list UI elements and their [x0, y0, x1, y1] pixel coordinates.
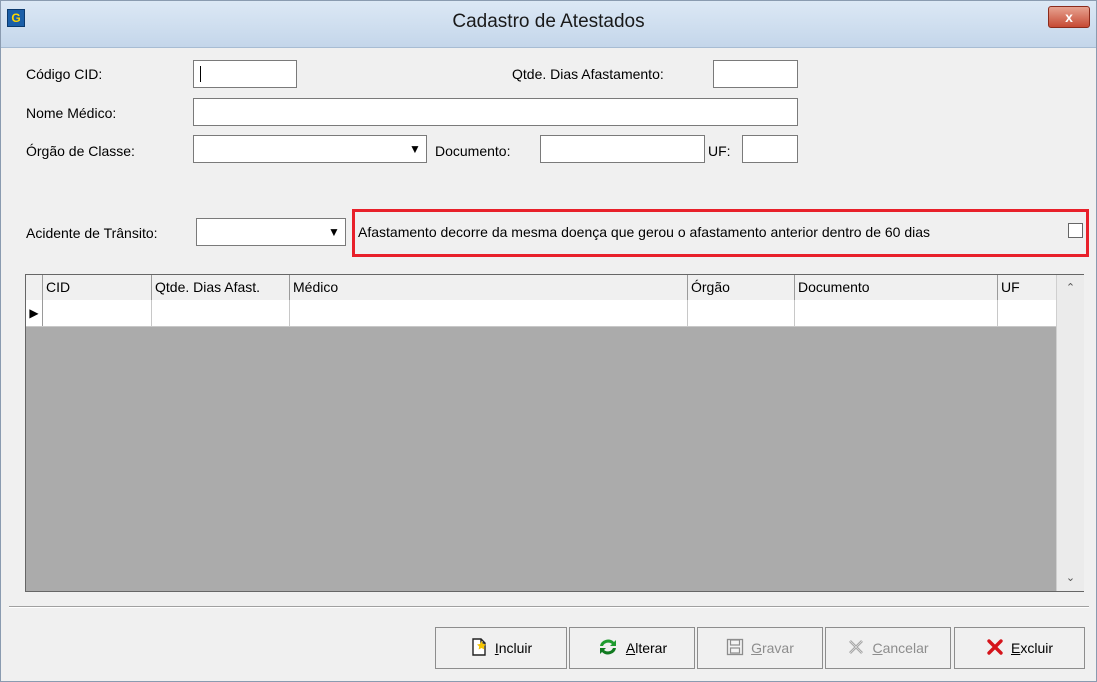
- cancelar-label: ancelar: [882, 640, 929, 656]
- close-button[interactable]: x: [1048, 6, 1090, 28]
- acidente-transito-label: Acidente de Trânsito:: [26, 225, 158, 241]
- nome-medico-label: Nome Médico:: [26, 105, 117, 121]
- table-row[interactable]: ▶: [26, 300, 1056, 327]
- refresh-icon: [597, 637, 619, 660]
- excluir-button[interactable]: Excluir: [954, 627, 1085, 669]
- excluir-mnemonic: E: [1010, 640, 1021, 656]
- text-cursor: [200, 66, 201, 82]
- scroll-down-icon[interactable]: ⌄: [1057, 567, 1084, 589]
- gravar-label: ravar: [761, 640, 794, 656]
- dropdown-arrow-icon[interactable]: ▼: [323, 219, 345, 245]
- cell-documento[interactable]: [795, 300, 998, 326]
- excluir-label: xcluir: [1020, 640, 1053, 656]
- gravar-mnemonic: G: [751, 640, 762, 656]
- divider: [9, 606, 1089, 608]
- title-bar: G Cadastro de Atestados x: [1, 1, 1096, 48]
- delete-icon: [986, 638, 1004, 659]
- col-header-medico[interactable]: Médico: [290, 275, 688, 300]
- new-document-icon: [470, 637, 488, 659]
- cell-medico[interactable]: [290, 300, 688, 326]
- uf-label: UF:: [708, 143, 731, 159]
- col-header-cid[interactable]: CID: [43, 275, 152, 300]
- dias-afastamento-input[interactable]: [713, 60, 798, 88]
- cell-orgao[interactable]: [688, 300, 795, 326]
- orgao-classe-label: Órgão de Classe:: [26, 143, 135, 159]
- close-icon: x: [1065, 9, 1073, 25]
- afastamento-checkbox-label[interactable]: Afastamento decorre da mesma doença que …: [358, 224, 930, 240]
- cid-label: Código CID:: [26, 66, 103, 82]
- grid-header: CID Qtde. Dias Afast. Médico Órgão Docum…: [26, 275, 1056, 301]
- col-header-orgao[interactable]: Órgão: [688, 275, 795, 300]
- cell-uf[interactable]: [998, 300, 1056, 326]
- acidente-transito-combobox[interactable]: ▼: [196, 218, 346, 246]
- orgao-classe-combobox[interactable]: ▼: [193, 135, 427, 163]
- window: G Cadastro de Atestados x Código CID: Qt…: [0, 0, 1097, 682]
- cid-input[interactable]: [193, 60, 297, 88]
- col-header-dias[interactable]: Qtde. Dias Afast.: [152, 275, 290, 300]
- documento-input[interactable]: [540, 135, 705, 163]
- cell-dias[interactable]: [152, 300, 290, 326]
- current-row-pointer-icon: ▶: [26, 300, 43, 326]
- gravar-button[interactable]: Gravar: [697, 627, 823, 669]
- row-indicator-header: [26, 275, 43, 300]
- cancel-icon: [847, 638, 865, 659]
- cancelar-mnemonic: C: [872, 640, 883, 656]
- grid-vertical-scrollbar[interactable]: ⌃ ⌄: [1056, 275, 1084, 591]
- save-icon: [726, 638, 744, 659]
- dias-afastamento-label: Qtde. Dias Afastamento:: [512, 66, 664, 82]
- cell-cid[interactable]: [43, 300, 152, 326]
- alterar-button[interactable]: Alterar: [569, 627, 695, 669]
- scroll-up-icon[interactable]: ⌃: [1057, 277, 1084, 299]
- atestados-grid[interactable]: CID Qtde. Dias Afast. Médico Órgão Docum…: [25, 274, 1084, 592]
- alterar-label: lterar: [635, 640, 668, 656]
- uf-input[interactable]: [742, 135, 798, 163]
- nome-medico-input[interactable]: [193, 98, 798, 126]
- documento-label: Documento:: [435, 143, 511, 159]
- window-title: Cadastro de Atestados: [452, 11, 645, 32]
- afastamento-checkbox[interactable]: [1068, 223, 1083, 238]
- incluir-button[interactable]: Incluir: [435, 627, 567, 669]
- dropdown-arrow-icon[interactable]: ▼: [404, 136, 426, 162]
- cancelar-button[interactable]: Cancelar: [825, 627, 951, 669]
- incluir-label: ncluir: [498, 640, 533, 656]
- alterar-mnemonic: A: [625, 640, 636, 656]
- col-header-documento[interactable]: Documento: [795, 275, 998, 300]
- col-header-uf[interactable]: UF: [998, 275, 1056, 300]
